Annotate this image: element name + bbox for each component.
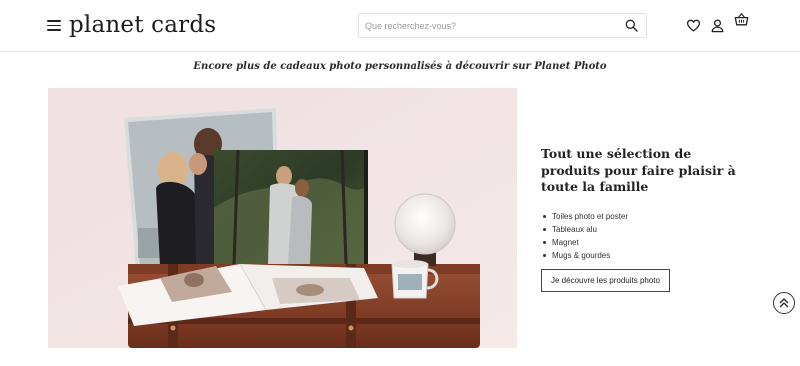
heart-icon[interactable]	[686, 18, 701, 33]
search-box	[358, 13, 647, 38]
search-icon[interactable]	[625, 19, 638, 32]
promo-tagline: Encore plus de cadeaux photo personnalis…	[193, 61, 607, 72]
site-header: planet cards	[0, 0, 800, 52]
search-input[interactable]	[359, 14, 619, 37]
hamburger-menu-icon[interactable]	[47, 19, 61, 31]
menu-bar	[47, 29, 61, 31]
menu-bar	[47, 20, 61, 22]
list-item: Tableaux alu	[541, 223, 741, 236]
list-item: Mugs & gourdes	[541, 249, 741, 262]
double-chevron-up-icon	[779, 298, 789, 308]
product-selection-panel: Tout une sélection de produits pour fair…	[541, 146, 741, 292]
user-icon[interactable]	[710, 18, 725, 33]
scroll-to-top-button[interactable]	[773, 292, 795, 314]
section-title: Tout une sélection de produits pour fair…	[541, 146, 736, 194]
menu-bar	[47, 24, 61, 27]
photo-products-scene-image	[48, 88, 517, 348]
discover-photo-products-button[interactable]: Je découvre les produits photo	[541, 269, 670, 292]
list-item: Toiles photo et poster	[541, 210, 741, 223]
list-item: Magnet	[541, 236, 741, 249]
photo-canvas	[214, 149, 368, 265]
product-list: Toiles photo et poster Tableaux alu Magn…	[541, 210, 741, 262]
basket-icon[interactable]	[734, 12, 749, 27]
site-logo[interactable]: planet cards	[69, 10, 216, 40]
